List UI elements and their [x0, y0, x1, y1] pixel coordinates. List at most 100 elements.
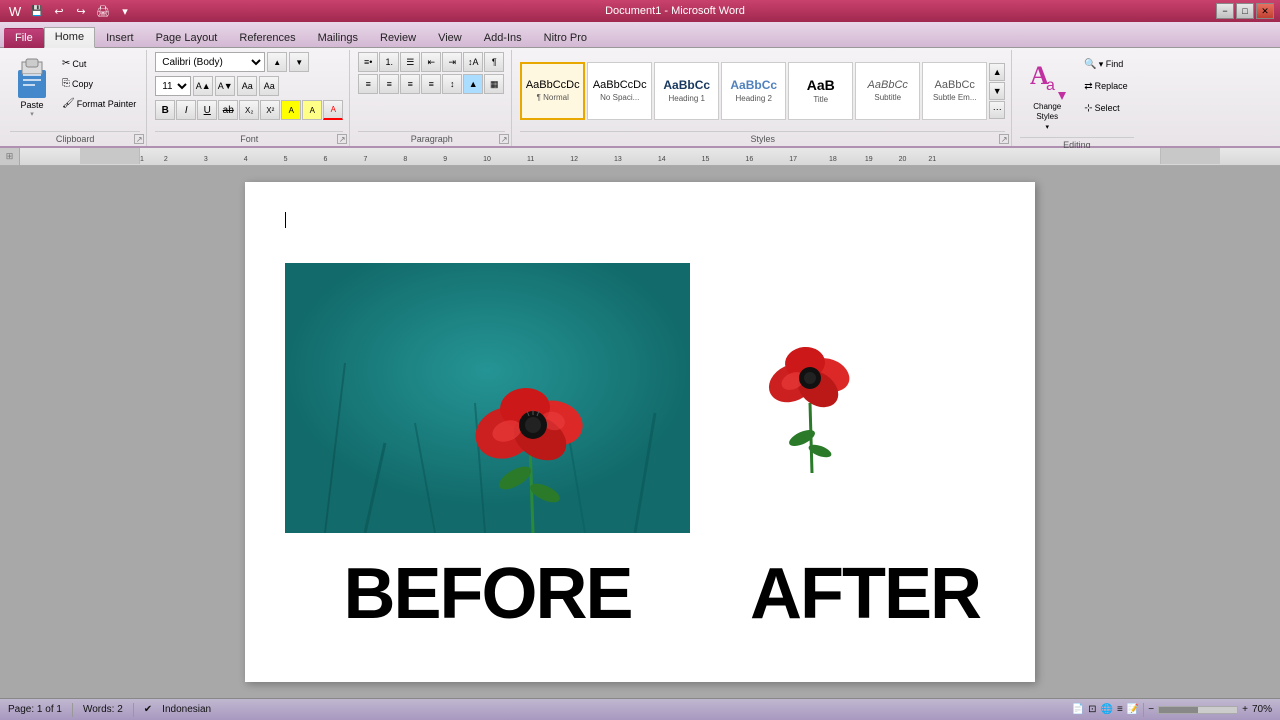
superscript-button[interactable]: X²	[260, 100, 280, 120]
style-subtle-em[interactable]: AaBbCc Subtle Em...	[922, 62, 987, 120]
change-case[interactable]: Aa	[259, 76, 279, 96]
underline-button[interactable]: U	[197, 100, 217, 120]
styles-more[interactable]: ⋯	[989, 101, 1005, 119]
close-button[interactable]: ✕	[1256, 3, 1274, 19]
italic-button[interactable]: I	[176, 100, 196, 120]
numbering-button[interactable]: 1.	[379, 52, 399, 72]
view-web-icon[interactable]: 🌐	[1101, 704, 1113, 715]
paragraph-expand[interactable]: ↗	[499, 134, 509, 144]
tab-page-layout[interactable]: Page Layout	[145, 28, 229, 47]
style-no-spacing[interactable]: AaBbCcDc No Spaci...	[587, 62, 652, 120]
tab-references[interactable]: References	[228, 28, 306, 47]
font-format-row: B I U ab X₂ X² A A A	[155, 100, 343, 120]
tab-view[interactable]: View	[427, 28, 473, 47]
customize-quick-icon[interactable]: ▾	[116, 2, 134, 20]
styles-expand[interactable]: ↗	[999, 134, 1009, 144]
zoom-level[interactable]: 70%	[1252, 704, 1272, 715]
format-painter-button[interactable]: 🖌 Format Painter	[58, 94, 140, 113]
status-right: 📄 ⊡ 🌐 ≡ 📝 − + 70%	[1072, 703, 1272, 717]
bullets-button[interactable]: ≡•	[358, 52, 378, 72]
style-heading2[interactable]: AaBbCc Heading 2	[721, 62, 786, 120]
clipboard-expand[interactable]: ↗	[134, 134, 144, 144]
bold-button[interactable]: B	[155, 100, 175, 120]
font-name-up[interactable]: ▲	[267, 52, 287, 72]
style-heading1[interactable]: AaBbCc Heading 1	[654, 62, 719, 120]
tab-file[interactable]: File	[4, 28, 44, 48]
style-subtitle[interactable]: AaBbCc Subtitle	[855, 62, 920, 120]
change-styles-arrow[interactable]: ▾	[1045, 123, 1049, 131]
change-styles-button[interactable]: A a ChangeStyles ▾	[1020, 52, 1074, 135]
align-justify[interactable]: ≡	[421, 74, 441, 94]
align-center[interactable]: ≡	[379, 74, 399, 94]
tab-mailings[interactable]: Mailings	[307, 28, 369, 47]
save-quick-icon[interactable]: 💾	[28, 2, 46, 20]
tab-insert[interactable]: Insert	[95, 28, 145, 47]
quick-access-toolbar: W 💾 ↩ ↪ 🖨 ▾	[6, 2, 134, 20]
styles-up[interactable]: ▲	[989, 63, 1005, 81]
multilevel-list[interactable]: ☰	[400, 52, 420, 72]
decrease-indent[interactable]: ⇤	[421, 52, 441, 72]
text-highlight[interactable]: A	[281, 100, 301, 120]
styles-label: Styles	[520, 131, 1005, 146]
font-size-grow[interactable]: A▲	[193, 76, 213, 96]
style-no-spacing-preview: AaBbCcDc	[593, 79, 647, 91]
style-normal[interactable]: AaBbCcDc ¶ Normal	[520, 62, 585, 120]
before-after-row: BEFORE AFTER	[285, 553, 995, 635]
align-right[interactable]: ≡	[400, 74, 420, 94]
tab-nitro-pro[interactable]: Nitro Pro	[533, 28, 598, 47]
strikethrough-button[interactable]: ab	[218, 100, 238, 120]
view-outline-icon[interactable]: ≡	[1117, 704, 1123, 715]
zoom-slider[interactable]	[1158, 706, 1238, 714]
line-spacing[interactable]: ↕	[442, 74, 462, 94]
view-print-icon[interactable]: 📄	[1072, 704, 1084, 715]
flower-small-image[interactable]	[750, 293, 870, 473]
styles-down[interactable]: ▼	[989, 82, 1005, 100]
flower-full-image[interactable]	[285, 263, 690, 533]
select-icon: ⊹	[1084, 103, 1092, 114]
align-left[interactable]: ≡	[358, 74, 378, 94]
font-color[interactable]: A	[323, 100, 343, 120]
find-label: ▾ Find	[1099, 59, 1124, 70]
select-button[interactable]: ⊹ Select	[1078, 98, 1133, 118]
paste-icon	[14, 54, 50, 100]
redo-quick-icon[interactable]: ↪	[72, 2, 90, 20]
maximize-button[interactable]: □	[1236, 3, 1254, 19]
style-title[interactable]: AaB Title	[788, 62, 853, 120]
font-name-select[interactable]: Calibri (Body)	[155, 52, 265, 72]
language-status[interactable]: Indonesian	[162, 704, 211, 715]
show-marks[interactable]: ¶	[484, 52, 504, 72]
replace-button[interactable]: ⇄ Replace	[1078, 76, 1133, 96]
page-status: Page: 1 of 1	[8, 704, 62, 715]
text-cursor-area[interactable]	[285, 212, 995, 233]
tab-home[interactable]: Home	[44, 27, 95, 48]
shading[interactable]: ▲	[463, 74, 483, 94]
page[interactable]: BEFORE AFTER	[245, 182, 1035, 682]
sort-button[interactable]: ↕A	[463, 52, 483, 72]
subscript-button[interactable]: X₂	[239, 100, 259, 120]
zoom-out-icon[interactable]: −	[1148, 704, 1154, 715]
paste-button[interactable]: Paste ▾	[10, 52, 54, 120]
cut-button[interactable]: ✂ Cut	[58, 54, 140, 73]
font-name-down[interactable]: ▼	[289, 52, 309, 72]
document-area[interactable]: BEFORE AFTER	[0, 166, 1280, 698]
copy-button[interactable]: ⎘ Copy	[58, 74, 140, 93]
document-content: BEFORE AFTER	[285, 212, 995, 635]
tab-add-ins[interactable]: Add-Ins	[473, 28, 533, 47]
print-quick-icon[interactable]: 🖨	[94, 2, 112, 20]
tab-review[interactable]: Review	[369, 28, 427, 47]
increase-indent[interactable]: ⇥	[442, 52, 462, 72]
view-draft-icon[interactable]: 📝	[1127, 704, 1139, 715]
minimize-button[interactable]: −	[1216, 3, 1234, 19]
font-size-shrink[interactable]: A▼	[215, 76, 235, 96]
font-size-select[interactable]: 11	[155, 76, 191, 96]
borders[interactable]: ▦	[484, 74, 504, 94]
font-expand[interactable]: ↗	[337, 134, 347, 144]
style-subtitle-label: Subtitle	[874, 93, 901, 102]
paste-arrow[interactable]: ▾	[30, 110, 34, 118]
find-button[interactable]: 🔍 ▾ Find	[1078, 54, 1133, 74]
undo-quick-icon[interactable]: ↩	[50, 2, 68, 20]
view-fullscreen-icon[interactable]: ⊡	[1088, 704, 1096, 715]
zoom-in-icon[interactable]: +	[1242, 704, 1248, 715]
text-highlight2[interactable]: A	[302, 100, 322, 120]
clear-formatting[interactable]: Aa	[237, 76, 257, 96]
